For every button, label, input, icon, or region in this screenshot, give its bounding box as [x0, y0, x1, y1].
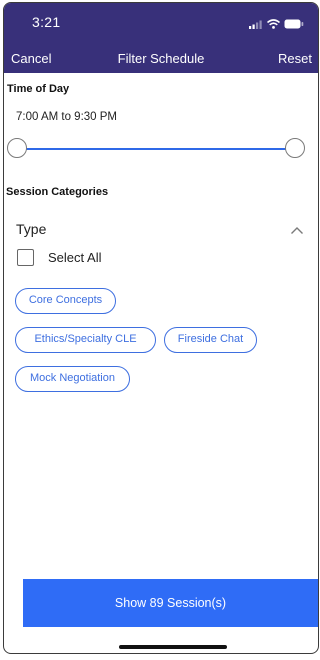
nav-bar: Cancel Filter Schedule Reset [4, 43, 318, 73]
session-categories-heading: Session Categories [6, 186, 109, 198]
select-all-checkbox[interactable] [17, 249, 34, 266]
chip-mock-negotiation[interactable]: Mock Negotiation [15, 366, 130, 392]
time-slider-end-handle[interactable] [285, 138, 305, 158]
phone-screen: 3:21 Cancel Filter Schedule Reset Time o… [3, 2, 319, 654]
chip-ethics-specialty-cle[interactable]: Ethics/Specialty CLE [15, 327, 156, 353]
show-sessions-button[interactable]: Show 89 Session(s) [23, 579, 318, 627]
chip-core-concepts[interactable]: Core Concepts [15, 288, 116, 314]
cellular-signal-icon [249, 16, 263, 34]
select-all-label[interactable]: Select All [48, 250, 101, 265]
type-label: Type [16, 221, 47, 237]
chevron-up-icon[interactable] [290, 222, 304, 240]
time-slider-track[interactable] [17, 148, 295, 150]
time-range-text: 7:00 AM to 9:30 PM [16, 111, 118, 123]
chip-fireside-chat[interactable]: Fireside Chat [164, 327, 257, 353]
status-time: 3:21 [32, 14, 61, 30]
battery-icon [284, 16, 304, 34]
wifi-icon [266, 16, 281, 34]
status-icons [249, 16, 304, 34]
time-slider-start-handle[interactable] [7, 138, 27, 158]
cancel-button[interactable]: Cancel [11, 51, 51, 66]
home-indicator [119, 645, 227, 649]
status-bar: 3:21 [4, 3, 318, 43]
reset-button[interactable]: Reset [278, 51, 312, 66]
time-of-day-heading: Time of Day [7, 83, 70, 95]
